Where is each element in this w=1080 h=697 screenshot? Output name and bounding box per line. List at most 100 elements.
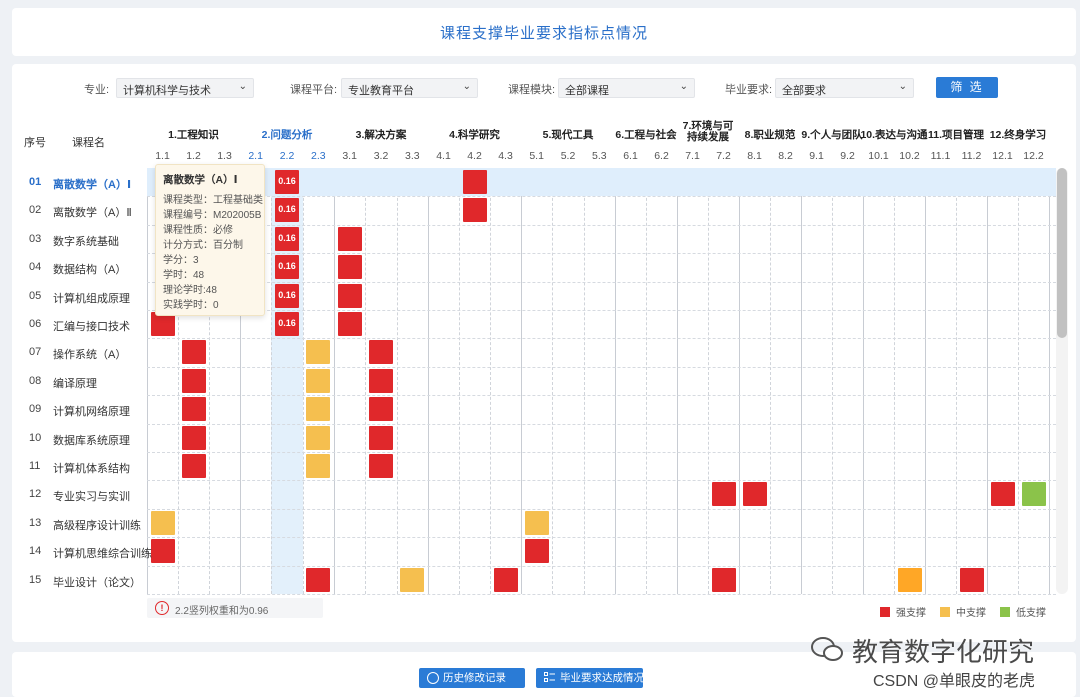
grid-vline [428, 168, 429, 594]
support-cell-strong[interactable] [369, 425, 393, 450]
course-name[interactable]: 专业实习与实训 [53, 488, 130, 504]
indicator-10.2: 10.2 [899, 150, 920, 162]
grid-vline [801, 168, 802, 594]
course-name[interactable]: 离散数学（A）Ⅰ [53, 176, 131, 192]
support-cell-medium[interactable] [306, 397, 331, 422]
support-cell-strong[interactable] [369, 397, 393, 422]
course-name[interactable]: 数据库系统原理 [53, 432, 130, 448]
support-cell-medium[interactable] [306, 454, 331, 478]
platform-select[interactable]: 专业教育平台 ⌄ [341, 78, 478, 98]
warning-text: 2.2竖列权重和为0.96 [175, 606, 269, 617]
support-cell-strong[interactable] [493, 567, 518, 592]
support-cell-strong[interactable] [462, 170, 487, 194]
support-cell-strong[interactable]: 0.16 [275, 312, 299, 336]
weight-warning: ! 2.2竖列权重和为0.96 [147, 598, 323, 618]
grid-hline [147, 594, 1056, 595]
indicator-5.2: 5.2 [560, 150, 576, 162]
row-number: 11 [29, 460, 41, 472]
scroll-thumb[interactable] [1057, 168, 1067, 338]
support-cell-strong[interactable] [337, 226, 362, 251]
support-cell-strong[interactable] [337, 255, 362, 280]
course-name[interactable]: 数字系统基础 [53, 233, 119, 249]
support-cell-strong[interactable] [369, 340, 393, 365]
course-name[interactable]: 计算机体系结构 [53, 460, 130, 476]
indicator-2.3: 2.3 [311, 150, 326, 162]
requirement-select[interactable]: 全部要求 ⌄ [775, 78, 914, 98]
grid-hline [147, 508, 1056, 510]
course-name[interactable]: 数据结构（A） [53, 261, 126, 277]
grid-vline [832, 168, 833, 594]
support-cell-strong[interactable] [181, 368, 206, 393]
course-name[interactable]: 计算机网络原理 [53, 403, 130, 419]
module-filter-label: 课程模块: [508, 84, 556, 96]
vertical-scrollbar[interactable] [1056, 168, 1068, 594]
support-cell-strong[interactable] [181, 397, 206, 422]
grid-hline [147, 423, 1056, 425]
course-name[interactable]: 高级程序设计训练 [53, 517, 141, 533]
achievement-button[interactable]: 毕业要求达成情况 [536, 668, 644, 688]
support-cell-medium[interactable] [150, 510, 175, 535]
support-cell-strong[interactable]: 0.16 [275, 226, 299, 251]
support-cell-strong[interactable] [711, 567, 736, 592]
module-select-value: 全部课程 [565, 85, 609, 97]
support-cell-strong[interactable] [369, 454, 393, 478]
row-number: 05 [29, 289, 42, 302]
support-cell-strong[interactable] [524, 539, 549, 564]
indicator-3.3: 3.3 [405, 150, 420, 162]
support-cell-strong[interactable] [181, 454, 206, 478]
chevron-down-icon: ⌄ [898, 81, 907, 92]
course-name[interactable]: 操作系统（A） [53, 346, 126, 362]
support-cell-medium-orange[interactable] [897, 567, 922, 592]
history-button[interactable]: 历史修改记录 [419, 668, 525, 688]
support-cell-strong[interactable] [181, 425, 206, 450]
indicator-7.1: 7.1 [685, 150, 700, 162]
support-cell-strong[interactable] [990, 482, 1015, 507]
support-cell-strong[interactable] [742, 482, 767, 507]
requirement-group-12: 12.终身学习 [989, 129, 1047, 141]
requirement-group-11: 11.项目管理 [927, 129, 985, 141]
course-name[interactable]: 计算机组成原理 [53, 290, 130, 306]
indicator-4.2: 4.2 [467, 150, 482, 162]
course-name[interactable]: 离散数学（A）Ⅱ [53, 204, 132, 220]
tooltip-course-type: 课程类型：工程基础类 [163, 195, 263, 206]
requirement-select-value: 全部要求 [782, 85, 826, 97]
course-name[interactable]: 计算机思维综合训练 [53, 545, 152, 561]
tooltip-theory-hours: 理论学时:48 [163, 285, 217, 296]
filter-button[interactable]: 筛 选 [936, 77, 998, 98]
major-select[interactable]: 计算机科学与技术 ⌄ [116, 78, 254, 98]
course-name[interactable]: 编译原理 [53, 375, 97, 391]
support-cell-strong[interactable]: 0.16 [275, 198, 299, 223]
grid-vline [615, 168, 616, 594]
course-name[interactable]: 汇编与接口技术 [53, 318, 130, 334]
support-cell-strong[interactable] [150, 539, 175, 564]
support-cell-strong[interactable]: 0.16 [275, 170, 299, 194]
support-cell-weak[interactable] [1021, 482, 1046, 507]
indicator-2.1: 2.1 [248, 150, 263, 162]
row-number: 06 [29, 318, 42, 330]
support-cell-strong[interactable] [369, 368, 393, 393]
major-filter-label: 专业: [84, 84, 110, 96]
support-cell-strong[interactable] [337, 312, 362, 336]
support-cell-strong[interactable] [959, 567, 984, 592]
support-cell-medium[interactable] [306, 368, 331, 393]
support-cell-medium[interactable] [306, 425, 331, 450]
support-cell-strong[interactable] [462, 198, 487, 223]
support-cell-strong[interactable] [181, 340, 206, 365]
support-cell-strong[interactable] [711, 482, 736, 507]
module-select[interactable]: 全部课程 ⌄ [558, 78, 695, 98]
major-select-value: 计算机科学与技术 [123, 85, 211, 97]
requirement-group-6: 6.工程与社会 [615, 129, 677, 141]
support-cell-medium[interactable] [306, 340, 331, 365]
legend-medium-swatch [940, 607, 950, 617]
indicator-10.1: 10.1 [868, 150, 889, 162]
support-cell-strong[interactable]: 0.16 [275, 283, 299, 308]
support-cell-strong[interactable]: 0.16 [275, 255, 299, 280]
support-cell-strong[interactable] [337, 283, 362, 308]
tooltip-title: 离散数学（A）Ⅰ [163, 174, 238, 186]
support-cell-strong[interactable] [306, 567, 331, 592]
cell-weight: 0.16 [278, 232, 296, 243]
requirement-group-3: 3.解决方案 [355, 129, 407, 141]
support-cell-medium[interactable] [400, 567, 425, 592]
course-name[interactable]: 毕业设计（论文） [53, 574, 141, 590]
support-cell-medium[interactable] [524, 510, 549, 535]
